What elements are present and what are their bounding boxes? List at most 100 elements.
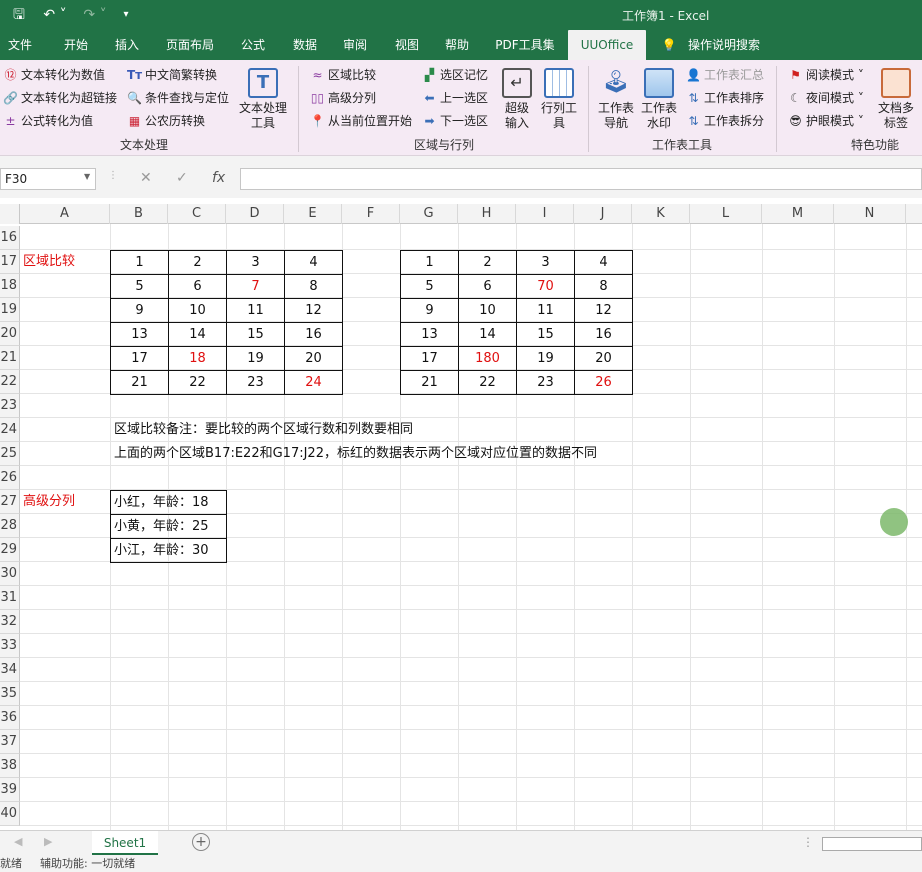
compare-cell[interactable]: 19 [226, 346, 285, 371]
compare-cell[interactable]: 8 [284, 274, 343, 299]
column-header[interactable]: H [458, 204, 516, 224]
compare-cell[interactable]: 9 [110, 298, 169, 323]
compare-cell[interactable]: 1 [110, 250, 169, 275]
compare-cell[interactable]: 5 [400, 274, 459, 299]
calendar-convert-button[interactable]: ▦ 公农历转换 [127, 113, 205, 129]
sheet-watermark-button[interactable]: 工作表水印 [638, 68, 680, 131]
row-header[interactable]: 33 [0, 634, 20, 658]
row-header[interactable]: 17 [0, 250, 20, 274]
compare-cell[interactable]: 180 [458, 346, 517, 371]
accessibility-status[interactable]: 辅助功能: 一切就绪 [40, 856, 135, 872]
column-header[interactable]: C [168, 204, 226, 224]
selection-memory-button[interactable]: ▞ 选区记忆 [422, 67, 488, 83]
split-cell[interactable]: 小红，年龄：18 [110, 490, 227, 515]
compare-cell[interactable]: 26 [574, 370, 633, 395]
compare-cell[interactable]: 4 [574, 250, 633, 275]
compare-cell[interactable]: 23 [226, 370, 285, 395]
column-header[interactable]: E [284, 204, 342, 224]
compare-cell[interactable]: 6 [168, 274, 227, 299]
tab-page-layout[interactable]: 页面布局 [160, 30, 220, 60]
column-header[interactable]: L [690, 204, 762, 224]
night-mode-button[interactable]: ☾ 夜间模式 ˅ [788, 90, 864, 106]
row-header[interactable]: 38 [0, 754, 20, 778]
sheet-navigation-button[interactable]: 🕹 工作表导航 [596, 68, 636, 131]
column-header[interactable]: N [834, 204, 906, 224]
split-cell[interactable]: 小江，年龄：30 [110, 538, 227, 563]
note-line-2[interactable]: 上面的两个区域B17:E22和G17:J22，标红的数据表示两个区域对应位置的数… [114, 442, 597, 466]
compare-cell[interactable]: 1 [400, 250, 459, 275]
row-header[interactable]: 27 [0, 490, 20, 514]
tab-insert[interactable]: 插入 [104, 30, 150, 60]
compare-cell[interactable]: 10 [458, 298, 517, 323]
tab-file[interactable]: 文件 [0, 30, 40, 60]
reading-mode-button[interactable]: ⚑ 阅读模式 ˅ [788, 67, 864, 83]
row-header[interactable]: 37 [0, 730, 20, 754]
compare-cell[interactable]: 3 [516, 250, 575, 275]
compare-cell[interactable]: 10 [168, 298, 227, 323]
row-header[interactable]: 18 [0, 274, 20, 298]
row-header[interactable]: 23 [0, 394, 20, 418]
next-selection-button[interactable]: ➡ 下一选区 [422, 113, 488, 129]
compare-cell[interactable]: 14 [458, 322, 517, 347]
sheet-split-button[interactable]: ⇅ 工作表拆分 [686, 113, 764, 129]
compare-cell[interactable]: 16 [574, 322, 633, 347]
tab-home[interactable]: 开始 [52, 30, 100, 60]
save-icon[interactable]: 🖫 [8, 4, 30, 26]
tab-data[interactable]: 数据 [282, 30, 328, 60]
row-header[interactable]: 30 [0, 562, 20, 586]
tell-me-search[interactable]: 操作说明搜索 [684, 30, 764, 60]
insert-function-icon[interactable]: fx [212, 170, 225, 186]
compare-cell[interactable]: 21 [110, 370, 169, 395]
compare-cell[interactable]: 18 [168, 346, 227, 371]
select-all-corner[interactable] [0, 204, 20, 224]
label-advanced-split[interactable]: 高级分列 [23, 490, 75, 514]
compare-cell[interactable]: 15 [226, 322, 285, 347]
text-to-number-button[interactable]: ⑫ 文本转化为数值 [3, 67, 105, 83]
compare-cell[interactable]: 9 [400, 298, 459, 323]
compare-cell[interactable]: 8 [574, 274, 633, 299]
sheet-sort-button[interactable]: ⇅ 工作表排序 [686, 90, 764, 106]
worksheet-grid[interactable]: ABCDEFGHIJKLMN 16 17 18 19 20 21 22 23 24 25 26 27 2… [0, 198, 922, 830]
start-from-current-button[interactable]: 📍 从当前位置开始 [310, 113, 412, 129]
tab-formulas[interactable]: 公式 [230, 30, 276, 60]
column-header[interactable]: G [400, 204, 458, 224]
advanced-split-button[interactable]: ▯▯ 高级分列 [310, 90, 376, 106]
row-header[interactable]: 25 [0, 442, 20, 466]
compare-cell[interactable]: 13 [110, 322, 169, 347]
column-header[interactable]: J [574, 204, 632, 224]
compare-cell[interactable]: 17 [400, 346, 459, 371]
row-header[interactable]: 29 [0, 538, 20, 562]
split-handle-icon[interactable]: ⋮ [802, 835, 814, 849]
row-header[interactable]: 31 [0, 586, 20, 610]
undo-icon[interactable]: ↶ ˅ [40, 4, 70, 26]
compare-cell[interactable]: 5 [110, 274, 169, 299]
compare-cell[interactable]: 19 [516, 346, 575, 371]
column-header[interactable]: M [762, 204, 834, 224]
compare-cell[interactable]: 13 [400, 322, 459, 347]
compare-cell[interactable]: 16 [284, 322, 343, 347]
row-col-tools-button[interactable]: 行列工具 [538, 68, 580, 131]
compare-cell[interactable]: 70 [516, 274, 575, 299]
tab-help[interactable]: 帮助 [434, 30, 480, 60]
compare-cell[interactable]: 2 [168, 250, 227, 275]
compare-cell[interactable]: 23 [516, 370, 575, 395]
chinese-convert-button[interactable]: Tт 中文简繁转换 [127, 67, 217, 83]
column-header[interactable]: K [632, 204, 690, 224]
row-header[interactable]: 16 [0, 226, 20, 250]
redo-icon[interactable]: ↷ ˅ [80, 4, 110, 26]
compare-cell[interactable]: 4 [284, 250, 343, 275]
text-tools-button[interactable]: T 文本处理工具 [238, 68, 288, 131]
row-header[interactable]: 26 [0, 466, 20, 490]
column-header[interactable]: D [226, 204, 284, 224]
formula-input[interactable] [240, 168, 922, 190]
row-header[interactable]: 34 [0, 658, 20, 682]
compare-cell[interactable]: 21 [400, 370, 459, 395]
row-header[interactable]: 19 [0, 298, 20, 322]
tab-review[interactable]: 审阅 [332, 30, 378, 60]
compare-cell[interactable]: 22 [458, 370, 517, 395]
compare-cell[interactable]: 15 [516, 322, 575, 347]
compare-cell[interactable]: 20 [284, 346, 343, 371]
label-region-compare[interactable]: 区域比较 [23, 250, 75, 274]
sheet-summary-button[interactable]: 👤 工作表汇总 [686, 67, 764, 83]
compare-cell[interactable]: 11 [516, 298, 575, 323]
